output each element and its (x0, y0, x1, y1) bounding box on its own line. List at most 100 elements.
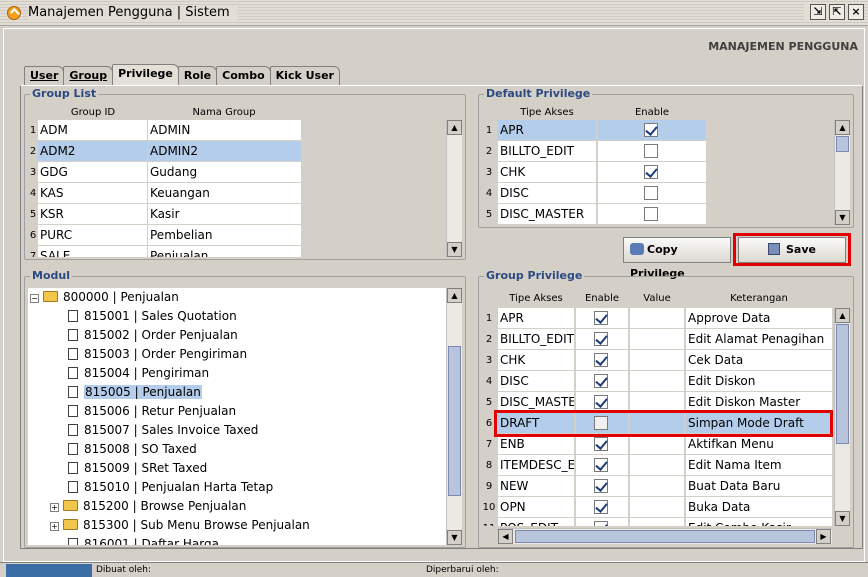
scroll-down-icon[interactable]: ▼ (835, 511, 850, 526)
keterangan-cell[interactable]: Aktifkan Menu (686, 434, 832, 454)
group-name-cell[interactable]: Kasir (148, 204, 301, 224)
table-row[interactable]: 3 CHK (482, 162, 832, 183)
keterangan-cell[interactable]: Edit Diskon Master (686, 392, 832, 412)
table-row[interactable]: 4 KAS Keuangan (28, 183, 444, 204)
save-button[interactable]: Save (738, 237, 846, 263)
group-id-cell[interactable]: ADM2 (38, 141, 147, 161)
enable-cell[interactable] (576, 371, 628, 391)
tree-node[interactable]: 816001 | Daftar Harga (50, 535, 219, 545)
table-row[interactable]: 10 OPN Buka Data (482, 497, 832, 518)
scroll-down-icon[interactable]: ▼ (447, 530, 462, 545)
group-id-cell[interactable]: ADM (38, 120, 147, 140)
keterangan-cell[interactable]: Edit Diskon (686, 371, 832, 391)
tree-node[interactable]: +815300 | Sub Menu Browse Penjualan (50, 516, 310, 535)
tree-node[interactable]: 815010 | Penjualan Harta Tetap (50, 478, 273, 497)
group-list-scrollbar[interactable]: ▲ ▼ (446, 120, 462, 257)
keterangan-cell[interactable]: Buka Data (686, 497, 832, 517)
tipe-akses-cell[interactable]: OPN (498, 497, 574, 517)
keterangan-cell[interactable]: Edit Nama Item (686, 455, 832, 475)
table-row[interactable]: 2 BILLTO_EDIT (482, 141, 832, 162)
tree-node-root[interactable]: − 800000 | Penjualan (30, 288, 179, 307)
modul-scrollbar[interactable]: ▲ ▼ (446, 288, 462, 545)
group-id-cell[interactable]: SALE (38, 246, 147, 257)
tipe-akses-cell[interactable]: CHK (498, 162, 596, 182)
value-cell[interactable] (630, 329, 684, 349)
tipe-akses-cell[interactable]: ITEMDESC_EDIT (498, 455, 574, 475)
enable-checkbox[interactable] (644, 123, 658, 137)
table-row[interactable]: 2 BILLTO_EDIT Edit Alamat Penagihan (482, 329, 832, 350)
enable-cell[interactable] (598, 120, 706, 140)
tipe-akses-cell[interactable]: DISC (498, 371, 574, 391)
tab-privilege[interactable]: Privilege (112, 64, 179, 85)
enable-checkbox[interactable] (594, 458, 608, 472)
tipe-akses-cell[interactable]: DISC_MASTER (498, 204, 596, 224)
group-name-cell[interactable]: Penjualan (148, 246, 301, 257)
value-cell[interactable] (630, 434, 684, 454)
value-cell[interactable] (630, 455, 684, 475)
enable-checkbox[interactable] (594, 395, 608, 409)
tab-kick-user[interactable]: Kick User (269, 66, 340, 85)
tree-node[interactable]: 815006 | Retur Penjualan (50, 402, 236, 421)
table-row[interactable]: 7 SALE Penjualan (28, 246, 444, 257)
enable-checkbox[interactable] (644, 165, 658, 179)
scroll-right-icon[interactable]: ▶ (816, 529, 831, 544)
default-privilege-scrollbar[interactable]: ▲ ▼ (834, 120, 850, 225)
group-privilege-vscrollbar[interactable]: ▲ ▼ (834, 308, 850, 526)
table-row[interactable]: 1 ADM ADMIN (28, 120, 444, 141)
tipe-akses-cell[interactable]: DISC (498, 183, 596, 203)
tab-user[interactable]: User (24, 66, 65, 85)
enable-checkbox[interactable] (644, 207, 658, 221)
group-name-cell[interactable]: Pembelian (148, 225, 301, 245)
collapse-icon[interactable]: − (30, 294, 39, 303)
expand-icon[interactable]: + (50, 522, 59, 531)
col-tipe-akses[interactable]: Tipe Akses (498, 107, 596, 118)
value-cell[interactable] (630, 371, 684, 391)
table-row[interactable]: 4 DISC (482, 183, 832, 204)
table-row[interactable]: 11POS_EDIT Edit Combo Kasir (482, 518, 832, 526)
group-name-cell[interactable]: ADMIN2 (148, 141, 301, 161)
tab-role[interactable]: Role (177, 66, 218, 85)
tipe-akses-cell[interactable]: APR (498, 120, 596, 140)
group-privilege-hscrollbar[interactable]: ◀ ▶ (498, 528, 832, 544)
tipe-akses-cell[interactable]: POS_EDIT (498, 518, 574, 526)
enable-cell[interactable] (576, 455, 628, 475)
scroll-thumb[interactable] (515, 530, 815, 543)
tab-combo[interactable]: Combo (216, 66, 271, 85)
table-row[interactable]: 7 ENB Aktifkan Menu (482, 434, 832, 455)
tree-node[interactable]: 815004 | Pengiriman (50, 364, 209, 383)
enable-checkbox[interactable] (644, 186, 658, 200)
table-row[interactable]: 8 ITEMDESC_EDIT Edit Nama Item (482, 455, 832, 476)
scroll-down-icon[interactable]: ▼ (835, 210, 850, 225)
enable-cell[interactable] (598, 183, 706, 203)
col-tipe-akses[interactable]: Tipe Akses (498, 293, 574, 304)
keterangan-cell[interactable]: Edit Alamat Penagihan (686, 329, 832, 349)
enable-checkbox[interactable] (594, 500, 608, 514)
table-row[interactable]: 3 CHK Cek Data (482, 350, 832, 371)
enable-checkbox[interactable] (594, 374, 608, 388)
table-row[interactable]: 5 DISC_MASTER (482, 204, 832, 225)
table-row[interactable]: 6 PURC Pembelian (28, 225, 444, 246)
col-group-id[interactable]: Group ID (38, 107, 148, 118)
scroll-down-icon[interactable]: ▼ (447, 242, 462, 257)
table-row[interactable]: 2 ADM2 ADMIN2 (28, 141, 444, 162)
scroll-up-icon[interactable]: ▲ (447, 120, 462, 135)
value-cell[interactable] (630, 497, 684, 517)
table-row[interactable]: 1 APR (482, 120, 832, 141)
col-enable[interactable]: Enable (576, 293, 628, 304)
tipe-akses-cell[interactable]: BILLTO_EDIT (498, 329, 574, 349)
tree-node[interactable]: 815005 | Penjualan (50, 383, 202, 402)
table-row[interactable]: 4 DISC Edit Diskon (482, 371, 832, 392)
enable-cell[interactable] (576, 476, 628, 496)
table-row[interactable]: 9 NEW Buat Data Baru (482, 476, 832, 497)
value-cell[interactable] (630, 476, 684, 496)
enable-checkbox[interactable] (594, 353, 608, 367)
group-id-cell[interactable]: PURC (38, 225, 147, 245)
value-cell[interactable] (630, 518, 684, 526)
tree-node[interactable]: 815003 | Order Pengiriman (50, 345, 247, 364)
scroll-thumb[interactable] (836, 324, 849, 444)
value-cell[interactable] (630, 392, 684, 412)
scroll-up-icon[interactable]: ▲ (835, 120, 850, 135)
group-id-cell[interactable]: GDG (38, 162, 147, 182)
tree-node[interactable]: 815001 | Sales Quotation (50, 307, 237, 326)
tipe-akses-cell[interactable]: NEW (498, 476, 574, 496)
